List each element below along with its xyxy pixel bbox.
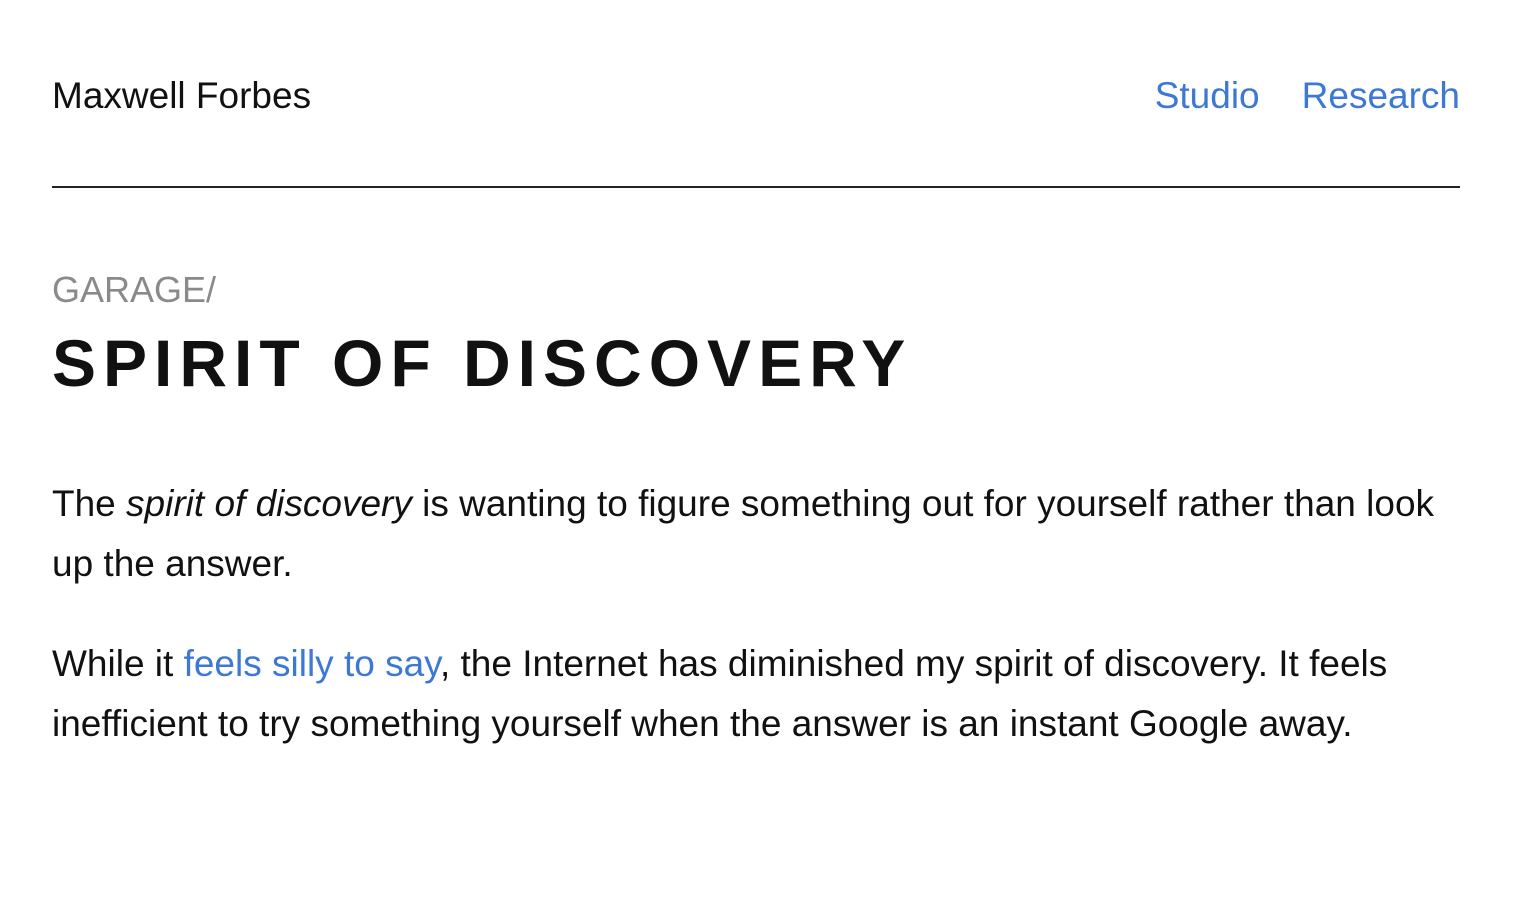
paragraph-intro-emphasis: spirit of discovery <box>126 483 412 524</box>
paragraph-intro-before: The <box>52 483 127 524</box>
nav-link-studio[interactable]: Studio <box>1155 75 1260 117</box>
site-name-link[interactable]: Maxwell Forbes <box>52 75 311 117</box>
paragraph-internet-before: While it <box>52 643 184 684</box>
nav-link-research[interactable]: Research <box>1302 75 1460 117</box>
article-content: The spirit of discovery is wanting to fi… <box>52 474 1460 754</box>
page: Maxwell Forbes Studio Research GARAGE/ S… <box>0 0 1518 914</box>
paragraph-internet: While it feels silly to say, the Interne… <box>52 634 1460 754</box>
paragraph-intro: The spirit of discovery is wanting to fi… <box>52 474 1460 594</box>
breadcrumb: GARAGE/ <box>52 269 217 310</box>
feels-silly-link[interactable]: feels silly to say <box>184 643 440 684</box>
top-nav: Studio Research <box>1155 75 1460 117</box>
site-header: Maxwell Forbes Studio Research <box>52 0 1460 188</box>
page-title: SPIRIT OF DISCOVERY <box>52 326 913 400</box>
